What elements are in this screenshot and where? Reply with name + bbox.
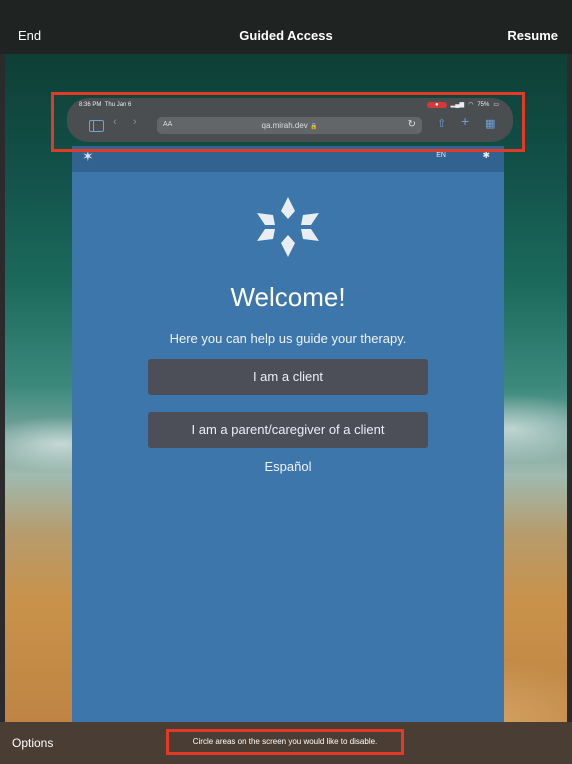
resume-button[interactable]: Resume (507, 28, 558, 43)
welcome-heading: Welcome! (230, 282, 346, 312)
mirah-logo-icon (257, 197, 319, 257)
client-button[interactable]: I am a client (148, 359, 428, 395)
ipad-screen-preview[interactable]: 8:36 PM Thu Jan 6 ● ▂▄▆ ◠ 75% ▭ ‹ › AA q… (5, 54, 567, 722)
guided-access-title: Guided Access (239, 28, 333, 43)
guided-access-top-bar: End Guided Access Resume (0, 0, 572, 54)
language-selector[interactable]: EN (436, 152, 446, 159)
web-page: ✶ EN ✱ Welcome! Here you can help us gui… (72, 146, 504, 722)
instruction-hint: Circle areas on the screen you would lik… (166, 729, 404, 755)
spanish-link[interactable]: Español (72, 459, 504, 474)
guided-access-bottom-bar: Options Circle areas on the screen you w… (0, 722, 572, 764)
welcome-subtitle: Here you can help us guide your therapy. (169, 331, 407, 346)
disabled-area-highlight (51, 92, 525, 152)
options-button[interactable]: Options (12, 736, 53, 750)
parent-caregiver-button[interactable]: I am a parent/caregiver of a client (148, 412, 428, 448)
